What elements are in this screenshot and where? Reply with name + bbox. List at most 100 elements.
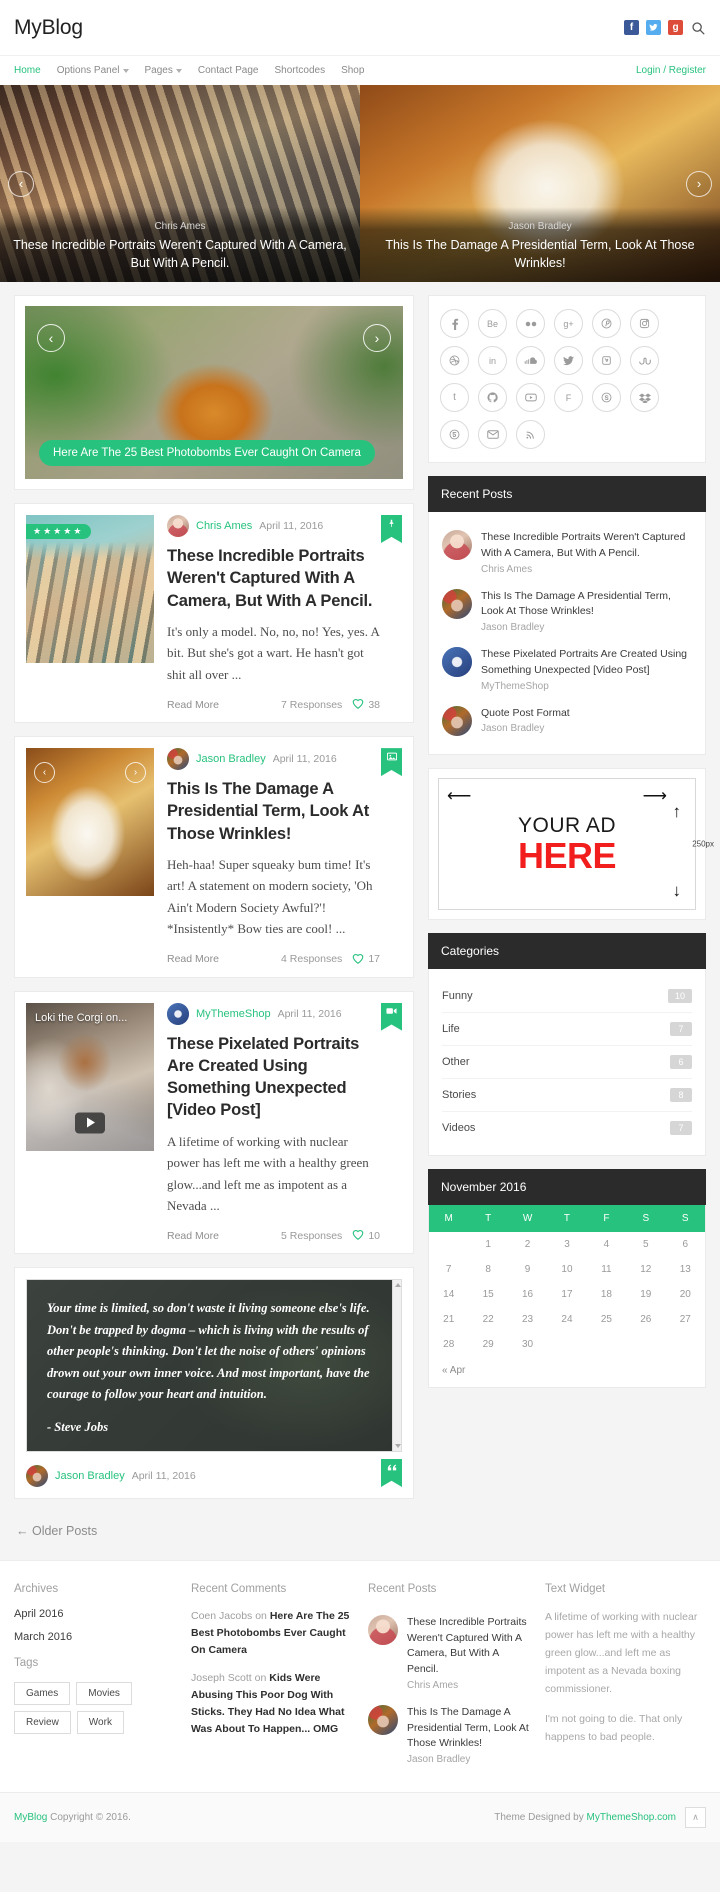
likes[interactable]: 38 <box>352 698 380 711</box>
hero-slide-1[interactable]: Chris Ames These Incredible Portraits We… <box>0 85 360 282</box>
category-name[interactable]: Videos <box>442 1122 475 1134</box>
ad-container[interactable]: ⟵ ⟶ ↑ ↓ YOUR AD HERE 250px <box>428 767 714 920</box>
site-logo[interactable]: MyBlog <box>14 16 83 40</box>
calendar-day[interactable]: 13 <box>666 1257 705 1282</box>
nav-item-shortcodes[interactable]: Shortcodes <box>274 65 325 76</box>
category-name[interactable]: Life <box>442 1023 460 1035</box>
soundcloud-icon[interactable] <box>516 346 545 375</box>
nav-item-options-panel[interactable]: Options Panel <box>57 65 129 76</box>
calendar-day[interactable]: 20 <box>666 1282 705 1307</box>
category-row[interactable]: Videos 7 <box>442 1112 692 1144</box>
calendar-day[interactable]: 10 <box>547 1257 586 1282</box>
calendar-day[interactable]: 8 <box>468 1257 507 1282</box>
calendar-day[interactable]: 1 <box>468 1232 507 1257</box>
recent-post-title[interactable]: These Incredible Portraits Weren't Captu… <box>481 530 692 562</box>
calendar-day[interactable] <box>429 1232 468 1257</box>
calendar-day[interactable]: 4 <box>587 1232 626 1257</box>
skype-icon[interactable] <box>592 383 621 412</box>
hero-title[interactable]: This Is The Damage A Presidential Term, … <box>368 236 712 272</box>
youtube-icon[interactable] <box>516 383 545 412</box>
recent-post-title[interactable]: This Is The Damage A Presidential Term, … <box>481 589 692 621</box>
dropbox-icon[interactable] <box>630 383 659 412</box>
calendar-day[interactable]: 19 <box>626 1282 665 1307</box>
calendar-day[interactable]: 9 <box>508 1257 547 1282</box>
calendar-day[interactable]: 15 <box>468 1282 507 1307</box>
flickr-icon[interactable] <box>516 309 545 338</box>
foursquare-icon[interactable]: F <box>554 383 583 412</box>
calendar-day[interactable]: 29 <box>468 1332 507 1357</box>
calendar-day[interactable]: 6 <box>666 1232 705 1257</box>
nav-item-home[interactable]: Home <box>14 65 41 76</box>
designer-link[interactable]: MyThemeShop.com <box>587 1812 676 1823</box>
category-name[interactable]: Other <box>442 1056 470 1068</box>
post-thumbnail[interactable]: Loki the Corgi on... <box>26 1002 154 1243</box>
post-title[interactable]: These Pixelated Portraits Are Created Us… <box>167 1033 380 1122</box>
responses-count[interactable]: 7 Responses <box>281 699 342 711</box>
tag-link[interactable]: Work <box>76 1710 124 1734</box>
comment-author[interactable]: Joseph Scott <box>191 1672 252 1684</box>
tag-link[interactable]: Movies <box>76 1681 132 1705</box>
googleplus-icon[interactable]: g+ <box>554 309 583 338</box>
calendar-day[interactable]: 18 <box>587 1282 626 1307</box>
recent-post-title[interactable]: These Pixelated Portraits Are Created Us… <box>481 647 692 679</box>
tag-link[interactable]: Games <box>14 1681 71 1705</box>
responses-count[interactable]: 4 Responses <box>281 953 342 965</box>
play-icon[interactable] <box>75 1112 105 1134</box>
category-row[interactable]: Life 7 <box>442 1013 692 1046</box>
calendar-day[interactable]: 30 <box>508 1332 547 1357</box>
rss-icon[interactable] <box>516 420 545 449</box>
calendar-day[interactable]: 25 <box>587 1307 626 1332</box>
read-more-link[interactable]: Read More <box>167 953 219 965</box>
read-more-link[interactable]: Read More <box>167 699 219 711</box>
calendar-day[interactable]: 16 <box>508 1282 547 1307</box>
older-posts-link[interactable]: ← Older Posts <box>14 1512 414 1560</box>
googleplus-icon[interactable]: g <box>668 20 683 35</box>
featured-prev-arrow[interactable]: ‹ <box>37 324 65 352</box>
email-icon[interactable] <box>478 420 507 449</box>
post-thumbnail[interactable]: ★ ★ ★ ★ ★ <box>26 515 154 711</box>
calendar-day[interactable]: 28 <box>429 1332 468 1357</box>
vimeo-icon[interactable] <box>592 346 621 375</box>
likes[interactable]: 17 <box>352 953 380 966</box>
calendar-day[interactable]: 22 <box>468 1307 507 1332</box>
likes[interactable]: 10 <box>352 1229 380 1242</box>
github-icon[interactable] <box>478 383 507 412</box>
post-title[interactable]: This Is The Damage A Presidential Term, … <box>167 778 380 845</box>
calendar-day[interactable]: 23 <box>508 1307 547 1332</box>
calendar-prev-link[interactable]: « Apr <box>429 1357 705 1387</box>
instagram-icon[interactable] <box>630 309 659 338</box>
post-author[interactable]: Chris Ames <box>196 520 252 532</box>
nav-item-pages[interactable]: Pages <box>145 65 182 76</box>
facebook-icon[interactable]: f <box>624 20 639 35</box>
calendar-day[interactable]: 3 <box>547 1232 586 1257</box>
calendar-day[interactable]: 12 <box>626 1257 665 1282</box>
hero-prev-arrow[interactable]: ‹ <box>8 170 34 197</box>
comment-item[interactable]: Coen Jacobs on Here Are The 25 Best Phot… <box>191 1608 352 1658</box>
post-title[interactable]: These Incredible Portraits Weren't Captu… <box>167 545 380 612</box>
category-name[interactable]: Stories <box>442 1089 476 1101</box>
gallery-next-arrow[interactable]: › <box>125 762 146 784</box>
behance-icon[interactable]: Be <box>478 309 507 338</box>
calendar-day[interactable]: 2 <box>508 1232 547 1257</box>
featured-title[interactable]: Here Are The 25 Best Photobombs Ever Cau… <box>39 440 375 466</box>
pinterest-icon[interactable] <box>592 309 621 338</box>
tumblr-icon[interactable]: t <box>440 383 469 412</box>
post-author[interactable]: Jason Bradley <box>55 1470 125 1482</box>
twitter-icon[interactable] <box>554 346 583 375</box>
hero-title[interactable]: These Incredible Portraits Weren't Captu… <box>8 236 352 272</box>
list-item[interactable]: This Is The Damage A Presidential Term, … <box>368 1698 529 1772</box>
nav-item-shop[interactable]: Shop <box>341 65 364 76</box>
gallery-prev-arrow[interactable]: ‹ <box>34 762 55 784</box>
calendar-day[interactable]: 24 <box>547 1307 586 1332</box>
calendar-day[interactable]: 7 <box>429 1257 468 1282</box>
category-row[interactable]: Stories 8 <box>442 1079 692 1112</box>
featured-next-arrow[interactable]: › <box>363 324 391 352</box>
list-item[interactable]: Quote Post Format Jason Bradley <box>442 699 692 743</box>
list-item[interactable]: This Is The Damage A Presidential Term, … <box>442 582 692 641</box>
category-row[interactable]: Funny 10 <box>442 980 692 1013</box>
post-author[interactable]: MyThemeShop <box>196 1008 271 1020</box>
category-row[interactable]: Other 6 <box>442 1046 692 1079</box>
nav-item-contact-page[interactable]: Contact Page <box>198 65 259 76</box>
list-item[interactable]: These Pixelated Portraits Are Created Us… <box>442 640 692 699</box>
twitter-icon[interactable] <box>646 20 661 35</box>
